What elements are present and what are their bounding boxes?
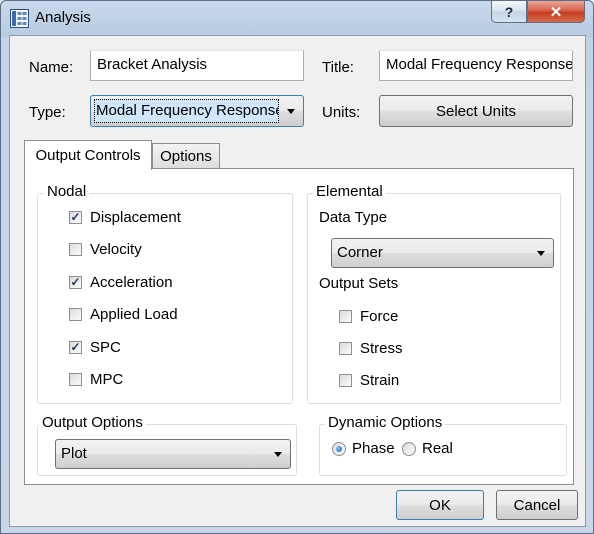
tab-options[interactable]: Options [152,143,220,169]
data-type-select-value: Corner [337,244,383,261]
ok-button[interactable]: OK [396,490,484,520]
title-bar[interactable]: Analysis ? ✕ [1,1,593,35]
type-label: Type: [29,104,66,121]
cancel-button[interactable]: Cancel [496,490,578,520]
type-select-value: Modal Frequency Response [96,102,278,119]
tab-output-controls[interactable]: Output Controls [24,140,152,170]
real-radio[interactable] [402,442,416,456]
data-type-label: Data Type [319,209,388,226]
output-sets-label: Output Sets [319,275,399,292]
output-options-select[interactable]: Plot [55,439,291,469]
phase-radio[interactable] [332,442,346,456]
force-label: Force [360,308,399,325]
help-icon: ? [504,3,514,20]
applied-load-label: Applied Load [90,306,178,323]
output-controls-panel: Nodal ✓ Displacement Velocity ✓ Accelera… [24,168,574,485]
displacement-label: Displacement [90,209,181,226]
close-icon: ✕ [549,3,563,21]
velocity-checkbox[interactable] [69,243,82,256]
applied-load-checkbox[interactable] [69,308,82,321]
acceleration-checkbox[interactable]: ✓ [69,276,82,289]
strain-label: Strain [360,372,400,389]
force-checkbox[interactable] [339,310,352,323]
type-select[interactable]: Modal Frequency Response [90,95,304,127]
mpc-label: MPC [90,371,124,388]
output-options-select-value: Plot [61,445,87,462]
name-label: Name: [29,59,74,76]
chevron-down-icon [274,452,282,457]
spc-label: SPC [90,339,121,356]
velocity-label: Velocity [90,241,142,258]
mpc-checkbox[interactable] [69,373,82,386]
stress-label: Stress [360,340,403,357]
dialog-body: Name: Bracket Analysis Title: Modal Freq… [9,35,586,527]
output-options-legend: Output Options [39,414,146,431]
spc-checkbox[interactable]: ✓ [69,341,82,354]
dynamic-options-legend: Dynamic Options [325,414,446,431]
acceleration-label: Acceleration [90,274,173,291]
phase-label: Phase [352,440,395,457]
app-icon [10,9,29,28]
title-label: Title: [322,59,354,76]
strain-checkbox[interactable] [339,374,352,387]
elemental-legend: Elemental [313,183,386,200]
select-units-button[interactable]: Select Units [379,95,573,127]
chevron-down-icon [287,109,295,114]
analysis-dialog: Analysis ? ✕ Name: Bracket Analysis Titl… [0,0,594,534]
data-type-select[interactable]: Corner [331,238,554,268]
stress-checkbox[interactable] [339,342,352,355]
nodal-legend: Nodal [44,183,90,200]
window-title: Analysis [35,9,91,26]
displacement-checkbox[interactable]: ✓ [69,211,82,224]
close-button[interactable]: ✕ [527,1,585,23]
chevron-down-icon [537,251,545,256]
units-label: Units: [322,104,361,121]
name-field[interactable]: Bracket Analysis [90,50,304,81]
title-field[interactable]: Modal Frequency Response [379,50,573,81]
help-button[interactable]: ? [491,1,527,23]
real-label: Real [422,440,453,457]
